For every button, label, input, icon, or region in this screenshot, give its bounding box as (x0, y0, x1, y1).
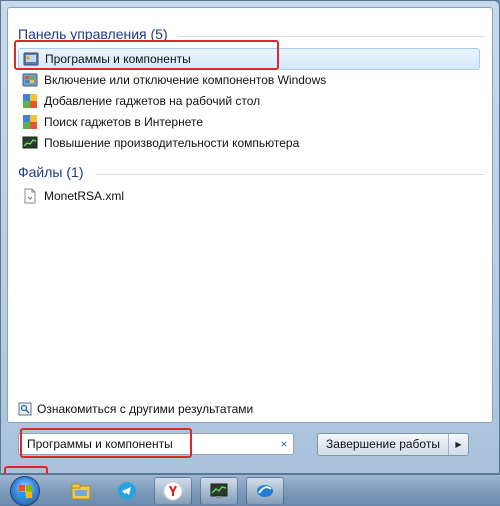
group-divider (96, 174, 484, 175)
taskbar (0, 474, 500, 506)
gadgets-search-icon (22, 114, 38, 130)
taskbar-explorer[interactable] (62, 477, 100, 505)
group-header-label: Файлы (1) (18, 164, 84, 180)
start-button-orb[interactable] (10, 476, 40, 506)
result-label: Повышение производительности компьютера (44, 136, 300, 150)
taskbar-yandex-browser[interactable] (154, 477, 192, 505)
taskbar-telegram[interactable] (108, 477, 146, 505)
group-header-label: Панель управления (5) (18, 26, 168, 42)
start-search-input[interactable]: Программы и компоненты × (18, 433, 294, 455)
yandex-browser-icon (163, 481, 183, 501)
result-label: Поиск гаджетов в Интернете (44, 115, 204, 129)
explorer-icon (71, 483, 91, 500)
result-performance[interactable]: Повышение производительности компьютера (18, 132, 480, 154)
gadgets-add-icon (22, 93, 38, 109)
start-menu: Панель управления (5) Программы и компон… (0, 0, 500, 474)
taskbar-task-manager[interactable] (200, 477, 238, 505)
xml-file-icon (22, 188, 38, 204)
windows-logo-icon (19, 485, 32, 498)
result-label: MonetRSA.xml (44, 189, 125, 203)
control-panel-group-header: Панель управления (5) (18, 26, 484, 42)
task-manager-icon (210, 483, 228, 498)
see-more-results-link[interactable]: Ознакомиться с другими результатами (18, 402, 253, 416)
result-label: Добавление гаджетов на рабочий стол (44, 94, 261, 108)
group-divider (178, 36, 484, 37)
programs-features-icon (23, 51, 39, 67)
result-label: Программы и компоненты (45, 52, 191, 66)
shutdown-button-group: Завершение работы ▶ (317, 433, 469, 456)
result-file-monetrsa[interactable]: MonetRSA.xml (18, 185, 480, 207)
search-results-panel: Панель управления (5) Программы и компон… (7, 7, 493, 423)
result-programs-and-features[interactable]: Программы и компоненты (18, 48, 480, 70)
result-label: Включение или отключение компонентов Win… (44, 73, 327, 87)
files-group-header: Файлы (1) (18, 164, 484, 180)
result-search-gadgets[interactable]: Поиск гаджетов в Интернете (18, 111, 480, 133)
search-input-value[interactable]: Программы и компоненты (19, 437, 275, 451)
windows-features-icon (22, 72, 38, 88)
telegram-icon (118, 482, 136, 500)
see-more-label: Ознакомиться с другими результатами (37, 402, 254, 416)
clear-search-icon[interactable]: × (275, 437, 293, 451)
result-windows-features[interactable]: Включение или отключение компонентов Win… (18, 69, 480, 91)
shutdown-button[interactable]: Завершение работы (318, 434, 448, 455)
app-icon (257, 485, 273, 497)
result-add-gadgets[interactable]: Добавление гаджетов на рабочий стол (18, 90, 480, 112)
shutdown-options-arrow-icon[interactable]: ▶ (448, 434, 468, 455)
taskbar-app[interactable] (246, 477, 284, 505)
performance-icon (22, 135, 38, 151)
see-more-icon (18, 402, 32, 416)
